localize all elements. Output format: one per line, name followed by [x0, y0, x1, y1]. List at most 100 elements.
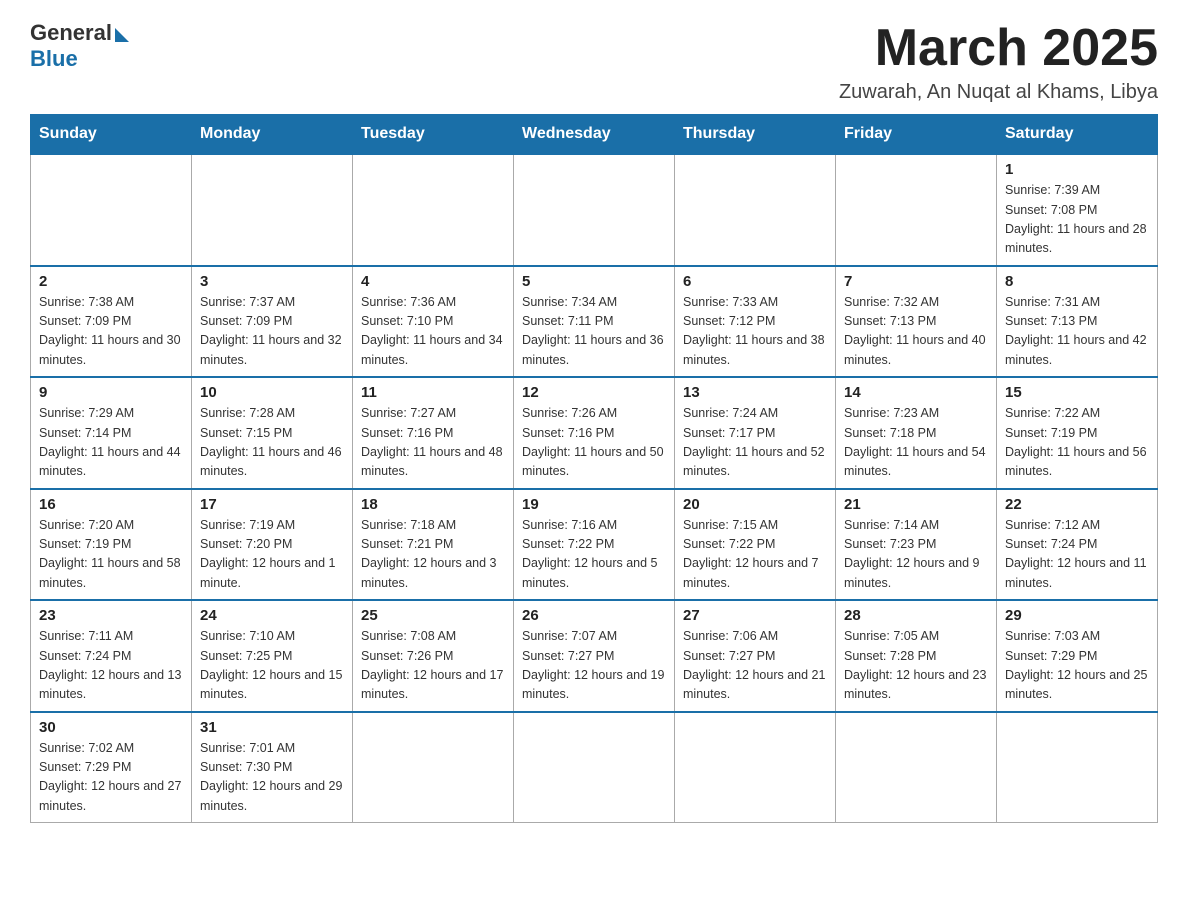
day-number: 16 [39, 496, 183, 513]
calendar-cell [836, 712, 997, 823]
calendar-cell: 14 Sunrise: 7:23 AMSunset: 7:18 PMDayligh… [836, 377, 997, 489]
day-number: 30 [39, 719, 183, 736]
day-info: Sunrise: 7:33 AMSunset: 7:12 PMDaylight:… [683, 293, 827, 371]
calendar-week-row: 16 Sunrise: 7:20 AMSunset: 7:19 PMDayligh… [31, 489, 1158, 601]
calendar-cell: 8Sunrise: 7:31 AMSunset: 7:13 PMDaylight… [997, 266, 1158, 378]
calendar-table: SundayMondayTuesdayWednesdayThursdayFrid… [30, 114, 1158, 823]
day-number: 15 [1005, 384, 1149, 401]
calendar-week-row: 30Sunrise: 7:02 AMSunset: 7:29 PMDayligh… [31, 712, 1158, 823]
day-info: Sunrise: 7:01 AMSunset: 7:30 PMDaylight:… [200, 739, 344, 817]
day-info: Sunrise: 7:07 AMSunset: 7:27 PMDaylight:… [522, 627, 666, 705]
calendar-cell: 4 Sunrise: 7:36 AMSunset: 7:10 PMDaylight… [353, 266, 514, 378]
calendar-cell: 7Sunrise: 7:32 AMSunset: 7:13 PMDaylight… [836, 266, 997, 378]
calendar-cell: 24 Sunrise: 7:10 AMSunset: 7:25 PMDayligh… [192, 600, 353, 712]
calendar-cell: 6 Sunrise: 7:33 AMSunset: 7:12 PMDaylight… [675, 266, 836, 378]
day-number: 17 [200, 496, 344, 513]
month-year-title: March 2025 [839, 20, 1158, 77]
day-info: Sunrise: 7:08 AMSunset: 7:26 PMDaylight:… [361, 627, 505, 705]
calendar-cell [192, 154, 353, 266]
day-info: Sunrise: 7:28 AMSunset: 7:15 PMDaylight:… [200, 404, 344, 482]
day-info: Sunrise: 7:10 AMSunset: 7:25 PMDaylight:… [200, 627, 344, 705]
day-number: 8 [1005, 273, 1149, 290]
calendar-cell [836, 154, 997, 266]
day-info: Sunrise: 7:15 AMSunset: 7:22 PMDaylight:… [683, 516, 827, 594]
logo: General Blue [30, 20, 129, 72]
day-info: Sunrise: 7:18 AMSunset: 7:21 PMDaylight:… [361, 516, 505, 594]
day-number: 25 [361, 607, 505, 624]
calendar-cell: 15 Sunrise: 7:22 AMSunset: 7:19 PMDayligh… [997, 377, 1158, 489]
calendar-cell: 18 Sunrise: 7:18 AMSunset: 7:21 PMDayligh… [353, 489, 514, 601]
day-number: 3 [200, 273, 344, 290]
day-number: 20 [683, 496, 827, 513]
day-number: 5 [522, 273, 666, 290]
calendar-cell [353, 712, 514, 823]
day-info: Sunrise: 7:03 AMSunset: 7:29 PMDaylight:… [1005, 627, 1149, 705]
calendar-cell [675, 712, 836, 823]
weekday-header-sunday: Sunday [31, 115, 192, 155]
calendar-week-row: 1Sunrise: 7:39 AMSunset: 7:08 PMDaylight… [31, 154, 1158, 266]
calendar-week-row: 23Sunrise: 7:11 AMSunset: 7:24 PMDayligh… [31, 600, 1158, 712]
location-subtitle: Zuwarah, An Nuqat al Khams, Libya [839, 81, 1158, 104]
day-number: 11 [361, 384, 505, 401]
calendar-cell: 5 Sunrise: 7:34 AMSunset: 7:11 PMDaylight… [514, 266, 675, 378]
calendar-cell: 19Sunrise: 7:16 AMSunset: 7:22 PMDayligh… [514, 489, 675, 601]
calendar-cell: 3 Sunrise: 7:37 AMSunset: 7:09 PMDaylight… [192, 266, 353, 378]
calendar-cell [514, 154, 675, 266]
day-number: 26 [522, 607, 666, 624]
day-info: Sunrise: 7:34 AMSunset: 7:11 PMDaylight:… [522, 293, 666, 371]
calendar-cell: 25 Sunrise: 7:08 AMSunset: 7:26 PMDayligh… [353, 600, 514, 712]
day-number: 29 [1005, 607, 1149, 624]
calendar-cell: 22Sunrise: 7:12 AMSunset: 7:24 PMDayligh… [997, 489, 1158, 601]
calendar-cell [997, 712, 1158, 823]
day-info: Sunrise: 7:20 AMSunset: 7:19 PMDaylight:… [39, 516, 183, 594]
day-info: Sunrise: 7:19 AMSunset: 7:20 PMDaylight:… [200, 516, 344, 594]
day-number: 18 [361, 496, 505, 513]
calendar-cell: 2Sunrise: 7:38 AMSunset: 7:09 PMDaylight… [31, 266, 192, 378]
day-number: 21 [844, 496, 988, 513]
calendar-cell [31, 154, 192, 266]
calendar-week-row: 9Sunrise: 7:29 AMSunset: 7:14 PMDaylight… [31, 377, 1158, 489]
weekday-header-friday: Friday [836, 115, 997, 155]
calendar-cell: 21 Sunrise: 7:14 AMSunset: 7:23 PMDayligh… [836, 489, 997, 601]
weekday-header-wednesday: Wednesday [514, 115, 675, 155]
day-info: Sunrise: 7:23 AMSunset: 7:18 PMDaylight:… [844, 404, 988, 482]
day-number: 4 [361, 273, 505, 290]
calendar-cell: 28 Sunrise: 7:05 AMSunset: 7:28 PMDayligh… [836, 600, 997, 712]
day-number: 28 [844, 607, 988, 624]
calendar-cell: 23Sunrise: 7:11 AMSunset: 7:24 PMDayligh… [31, 600, 192, 712]
calendar-cell [675, 154, 836, 266]
day-number: 14 [844, 384, 988, 401]
calendar-cell: 20 Sunrise: 7:15 AMSunset: 7:22 PMDayligh… [675, 489, 836, 601]
day-info: Sunrise: 7:14 AMSunset: 7:23 PMDaylight:… [844, 516, 988, 594]
day-info: Sunrise: 7:37 AMSunset: 7:09 PMDaylight:… [200, 293, 344, 371]
calendar-cell: 13Sunrise: 7:24 AMSunset: 7:17 PMDayligh… [675, 377, 836, 489]
weekday-header-saturday: Saturday [997, 115, 1158, 155]
day-info: Sunrise: 7:22 AMSunset: 7:19 PMDaylight:… [1005, 404, 1149, 482]
day-number: 12 [522, 384, 666, 401]
day-number: 7 [844, 273, 988, 290]
page-header: General Blue March 2025 Zuwarah, An Nuqa… [30, 20, 1158, 104]
logo-general-text: General [30, 20, 112, 46]
calendar-cell: 11Sunrise: 7:27 AMSunset: 7:16 PMDayligh… [353, 377, 514, 489]
calendar-cell: 1Sunrise: 7:39 AMSunset: 7:08 PMDaylight… [997, 154, 1158, 266]
day-number: 22 [1005, 496, 1149, 513]
day-number: 19 [522, 496, 666, 513]
weekday-header-thursday: Thursday [675, 115, 836, 155]
calendar-cell: 31Sunrise: 7:01 AMSunset: 7:30 PMDayligh… [192, 712, 353, 823]
calendar-cell: 27Sunrise: 7:06 AMSunset: 7:27 PMDayligh… [675, 600, 836, 712]
calendar-cell: 17 Sunrise: 7:19 AMSunset: 7:20 PMDayligh… [192, 489, 353, 601]
day-info: Sunrise: 7:24 AMSunset: 7:17 PMDaylight:… [683, 404, 827, 482]
calendar-cell: 9Sunrise: 7:29 AMSunset: 7:14 PMDaylight… [31, 377, 192, 489]
weekday-header-row: SundayMondayTuesdayWednesdayThursdayFrid… [31, 115, 1158, 155]
calendar-cell [514, 712, 675, 823]
day-number: 6 [683, 273, 827, 290]
day-number: 24 [200, 607, 344, 624]
weekday-header-tuesday: Tuesday [353, 115, 514, 155]
logo-triangle-icon [115, 28, 129, 42]
day-number: 23 [39, 607, 183, 624]
weekday-header-monday: Monday [192, 115, 353, 155]
calendar-cell: 10Sunrise: 7:28 AMSunset: 7:15 PMDayligh… [192, 377, 353, 489]
day-info: Sunrise: 7:36 AMSunset: 7:10 PMDaylight:… [361, 293, 505, 371]
day-info: Sunrise: 7:05 AMSunset: 7:28 PMDaylight:… [844, 627, 988, 705]
day-number: 27 [683, 607, 827, 624]
